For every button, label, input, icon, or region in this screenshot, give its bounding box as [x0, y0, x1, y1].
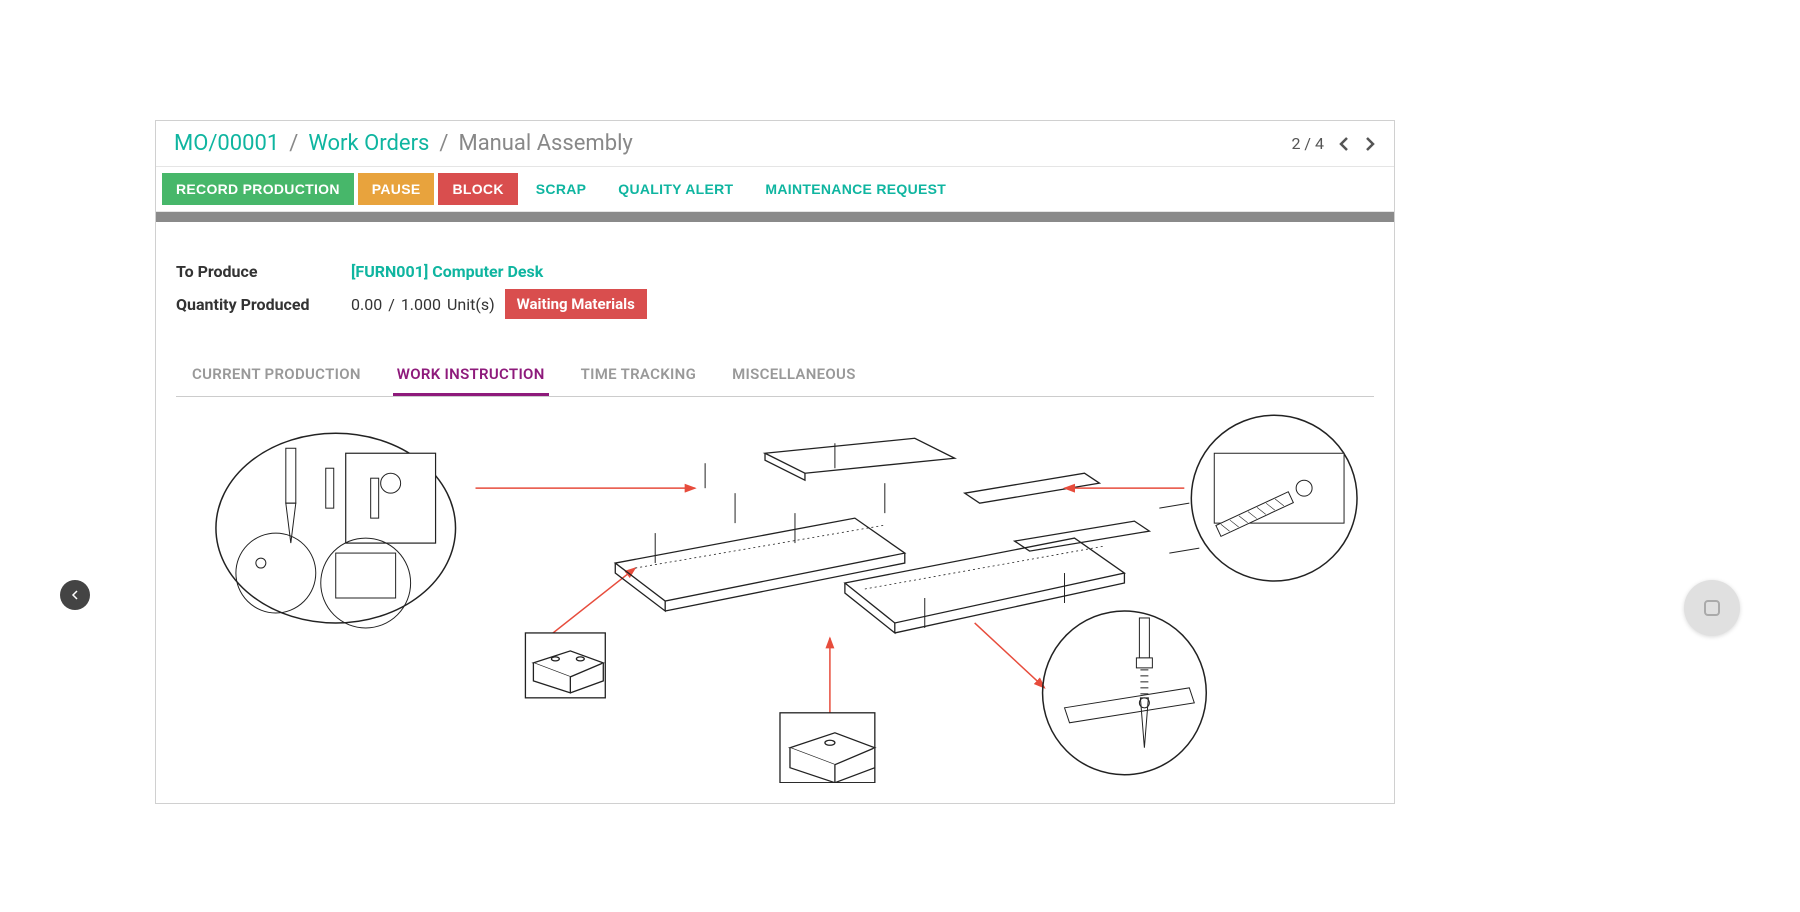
work-instruction-diagram — [176, 413, 1374, 783]
tab-current-production[interactable]: CURRENT PRODUCTION — [188, 355, 365, 396]
chevron-left-icon — [71, 590, 79, 600]
maintenance-request-button[interactable]: MAINTENANCE REQUEST — [751, 173, 960, 205]
pager-prev-icon[interactable] — [1338, 136, 1350, 152]
to-produce-row: To Produce [FURN001] Computer Desk — [176, 262, 1374, 281]
home-icon — [1704, 600, 1720, 616]
qty-sep: / — [388, 295, 395, 314]
pager: 2 / 4 — [1291, 134, 1376, 153]
quality-alert-button[interactable]: QUALITY ALERT — [604, 173, 747, 205]
qty-done: 0.00 — [351, 295, 382, 314]
breadcrumb-workorders-link[interactable]: Work Orders — [308, 131, 429, 156]
tab-time-tracking[interactable]: TIME TRACKING — [577, 355, 701, 396]
quantity-produced-row: Quantity Produced 0.00 / 1.000 Unit(s) W… — [176, 289, 1374, 319]
tab-work-instruction[interactable]: WORK INSTRUCTION — [393, 355, 549, 396]
content-area: To Produce [FURN001] Computer Desk Quant… — [156, 222, 1394, 803]
breadcrumb-separator: / — [289, 131, 298, 156]
divider-bar — [156, 212, 1394, 222]
pager-count: 2 / 4 — [1291, 134, 1324, 153]
toolbar: RECORD PRODUCTION PAUSE BLOCK SCRAP QUAL… — [156, 167, 1394, 212]
block-button[interactable]: BLOCK — [438, 173, 517, 205]
to-produce-label: To Produce — [176, 262, 351, 281]
record-production-button[interactable]: RECORD PRODUCTION — [162, 173, 354, 205]
breadcrumb-separator: / — [439, 131, 448, 156]
breadcrumb-mo-link[interactable]: MO/00001 — [174, 131, 279, 156]
breadcrumb-current: Manual Assembly — [458, 131, 632, 156]
qty-uom: Unit(s) — [447, 295, 495, 314]
work-order-panel: MO/00001 / Work Orders / Manual Assembly… — [155, 120, 1395, 804]
home-button[interactable] — [1684, 580, 1740, 636]
tabs: CURRENT PRODUCTION WORK INSTRUCTION TIME… — [176, 355, 1374, 397]
tab-miscellaneous[interactable]: MISCELLANEOUS — [728, 355, 860, 396]
breadcrumb-bar: MO/00001 / Work Orders / Manual Assembly… — [156, 121, 1394, 167]
pause-button[interactable]: PAUSE — [358, 173, 435, 205]
product-link[interactable]: [FURN001] Computer Desk — [351, 262, 543, 281]
status-badge: Waiting Materials — [505, 289, 647, 319]
pager-next-icon[interactable] — [1364, 136, 1376, 152]
scrap-button[interactable]: SCRAP — [522, 173, 601, 205]
quantity-produced-label: Quantity Produced — [176, 295, 351, 314]
carousel-prev-button[interactable] — [60, 580, 90, 610]
breadcrumb: MO/00001 / Work Orders / Manual Assembly — [174, 131, 633, 156]
qty-total: 1.000 — [401, 295, 441, 314]
